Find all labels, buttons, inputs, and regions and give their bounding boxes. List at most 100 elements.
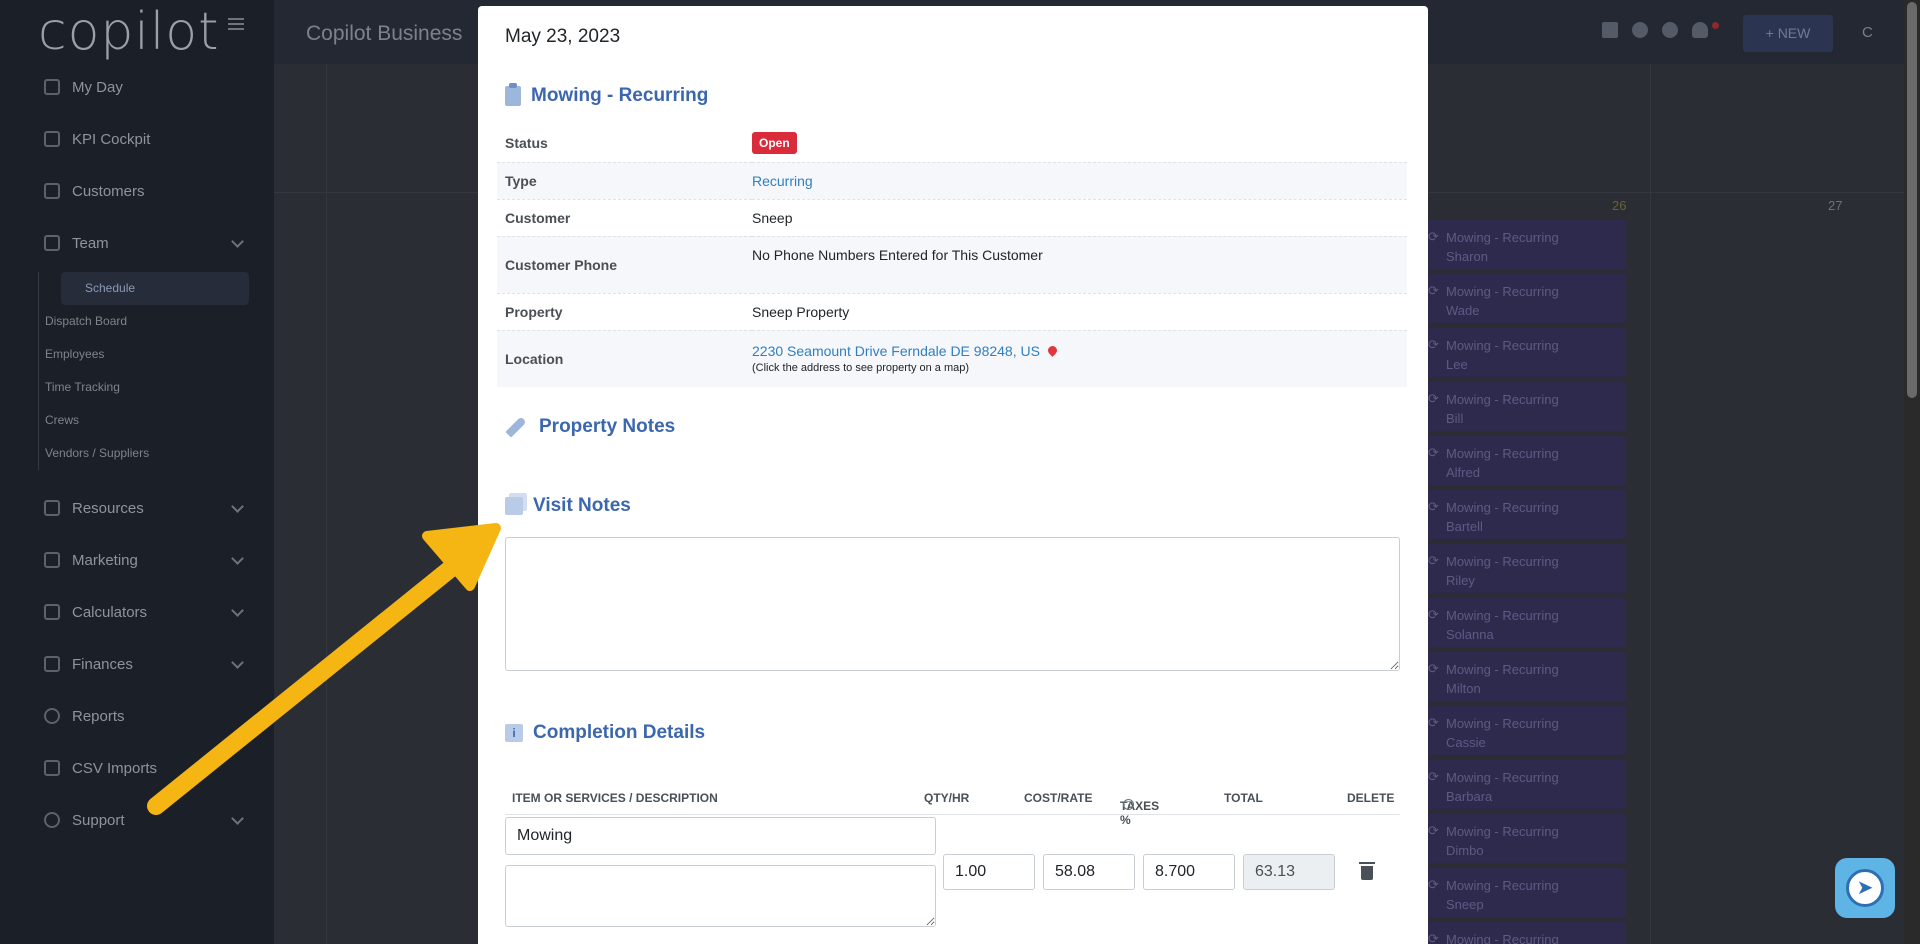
sidebar-item-label: Team: [72, 234, 109, 252]
paper-plane-icon: ➤: [1846, 869, 1884, 907]
sidebar-item-label: Marketing: [72, 551, 138, 569]
sidebar-item-kpi-cockpit[interactable]: KPI Cockpit: [44, 124, 254, 154]
calendar-event[interactable]: Mowing - RecurringLee: [1420, 328, 1626, 377]
status-label: Status: [505, 134, 548, 151]
calendar-event[interactable]: Mowing - RecurringCassie: [1420, 706, 1626, 755]
visit-notes-input[interactable]: [505, 537, 1400, 671]
sidebar-item-csv-imports[interactable]: CSV Imports: [44, 753, 254, 783]
grid-icon: [44, 79, 60, 95]
avatar[interactable]: C: [1862, 24, 1873, 41]
clock-icon[interactable]: [1632, 22, 1648, 38]
sidebar-item-marketing[interactable]: Marketing: [44, 545, 254, 575]
day-number: 27: [1828, 198, 1843, 213]
pie-chart-icon: [44, 708, 60, 724]
sidebar-item-reports[interactable]: Reports: [44, 701, 254, 731]
users-icon: [44, 183, 60, 199]
sidebar-item-team[interactable]: Team: [44, 228, 254, 258]
visit-title: Mowing - Recurring: [505, 83, 709, 107]
visit-modal: May 23, 2023 Mowing - Recurring Status O…: [478, 6, 1428, 944]
calendar-event[interactable]: Mowing - Recurring: [1420, 922, 1626, 944]
calculator-icon: [44, 604, 60, 620]
sidebar-item-resources[interactable]: Resources: [44, 493, 254, 523]
money-icon: [44, 656, 60, 672]
visit-notes-title: Visit Notes: [533, 495, 631, 516]
calendar-event[interactable]: Mowing - RecurringSolanna: [1420, 598, 1626, 647]
top-bar-icons: [1602, 22, 1708, 38]
customer-value: Sneep: [752, 198, 1407, 236]
location-hint: (Click the address to see property on a …: [752, 362, 970, 375]
calendar-event[interactable]: Mowing - RecurringWade: [1420, 274, 1626, 323]
chevron-down-icon: [231, 812, 244, 825]
sidebar-item-label: Customers: [72, 182, 145, 200]
help-icon[interactable]: ?: [1123, 799, 1134, 810]
day-number: 26: [1612, 198, 1627, 213]
book-icon: [44, 500, 60, 516]
calendar-event[interactable]: Mowing - RecurringSneep: [1420, 868, 1626, 917]
sidebar-item-label: Resources: [72, 499, 144, 517]
calendar-event[interactable]: Mowing - RecurringBarbara: [1420, 760, 1626, 809]
column-cost: COST/RATE: [1024, 791, 1093, 805]
calendar-event[interactable]: Mowing - RecurringBill: [1420, 382, 1626, 431]
customer-label: Customer: [497, 198, 752, 236]
calendar-event[interactable]: Mowing - RecurringMilton: [1420, 652, 1626, 701]
screen: copilot My Day KPI Cockpit Customers Tea…: [0, 0, 1920, 944]
new-button[interactable]: + NEW: [1743, 15, 1833, 52]
sidebar-subitem-schedule[interactable]: Schedule: [61, 272, 249, 305]
sidebar: copilot My Day KPI Cockpit Customers Tea…: [0, 0, 274, 944]
item-description-input[interactable]: [505, 865, 936, 927]
calendar-event[interactable]: Mowing - RecurringSharon: [1420, 220, 1626, 269]
trash-icon[interactable]: [1359, 862, 1375, 880]
sidebar-subitem-employees[interactable]: Employees: [1, 338, 210, 371]
type-link[interactable]: Recurring: [752, 173, 813, 189]
notes-icon: [505, 497, 523, 515]
calendar-event[interactable]: Mowing - RecurringRiley: [1420, 544, 1626, 593]
sidebar-subitem-dispatch-board[interactable]: Dispatch Board: [1, 305, 210, 338]
customer-phone-value: No Phone Numbers Entered for This Custom…: [752, 235, 1407, 293]
megaphone-icon: [44, 552, 60, 568]
item-input[interactable]: [505, 817, 936, 855]
sidebar-item-label: Support: [72, 811, 125, 829]
sidebar-item-calculators[interactable]: Calculators: [44, 597, 254, 627]
map-pin-icon[interactable]: [1046, 344, 1059, 358]
sidebar-item-support[interactable]: Support: [44, 805, 254, 835]
sidebar-subitem-crews[interactable]: Crews: [1, 404, 210, 437]
sidebar-item-customers[interactable]: Customers: [44, 176, 254, 206]
sidebar-item-label: Finances: [72, 655, 133, 673]
property-notes-heading: Property Notes: [505, 416, 675, 438]
file-icon: [44, 760, 60, 776]
calendar-divider: [326, 64, 327, 944]
type-label: Type: [497, 161, 752, 199]
lifebuoy-icon: [44, 812, 60, 828]
sidebar-subitem-time-tracking[interactable]: Time Tracking: [1, 371, 210, 404]
chat-button[interactable]: ➤: [1835, 858, 1895, 918]
info-icon: i: [505, 724, 523, 742]
list-icon[interactable]: [1602, 22, 1618, 38]
line-items-header: ITEM OR SERVICES / DESCRIPTION QTY/HR CO…: [505, 783, 1400, 827]
taxes-input[interactable]: [1143, 854, 1235, 890]
property-notes-title: Property Notes: [539, 416, 676, 437]
chevron-down-icon: [231, 552, 244, 565]
team-icon: [44, 235, 60, 251]
visit-title-text: Mowing - Recurring: [531, 85, 709, 106]
scrollbar-thumb[interactable]: [1907, 2, 1917, 398]
qty-input[interactable]: [943, 854, 1035, 890]
cost-input[interactable]: [1043, 854, 1135, 890]
page-title: Copilot Business: [306, 22, 463, 45]
menu-toggle-icon[interactable]: [228, 18, 244, 30]
column-qty: QTY/HR: [924, 791, 970, 805]
sidebar-item-my-day[interactable]: My Day: [44, 72, 254, 102]
calendar-event[interactable]: Mowing - RecurringBartell: [1420, 490, 1626, 539]
visit-date: May 23, 2023: [505, 26, 621, 47]
bell-icon[interactable]: [1692, 22, 1708, 38]
customer-phone-label: Customer Phone: [497, 235, 752, 293]
calendar-event[interactable]: Mowing - RecurringAlfred: [1420, 436, 1626, 485]
gear-icon[interactable]: [1662, 22, 1678, 38]
sidebar-subitem-vendors-suppliers[interactable]: Vendors / Suppliers: [1, 437, 210, 470]
sidebar-item-finances[interactable]: Finances: [44, 649, 254, 679]
chevron-down-icon: [231, 235, 244, 248]
calendar-event[interactable]: Mowing - RecurringDimbo: [1420, 814, 1626, 863]
completion-details-heading: i Completion Details: [505, 722, 705, 744]
column-total: TOTAL: [1224, 791, 1263, 805]
location-link[interactable]: 2230 Seamount Drive Ferndale DE 98248, U…: [752, 343, 1040, 359]
notification-dot: [1712, 22, 1719, 29]
